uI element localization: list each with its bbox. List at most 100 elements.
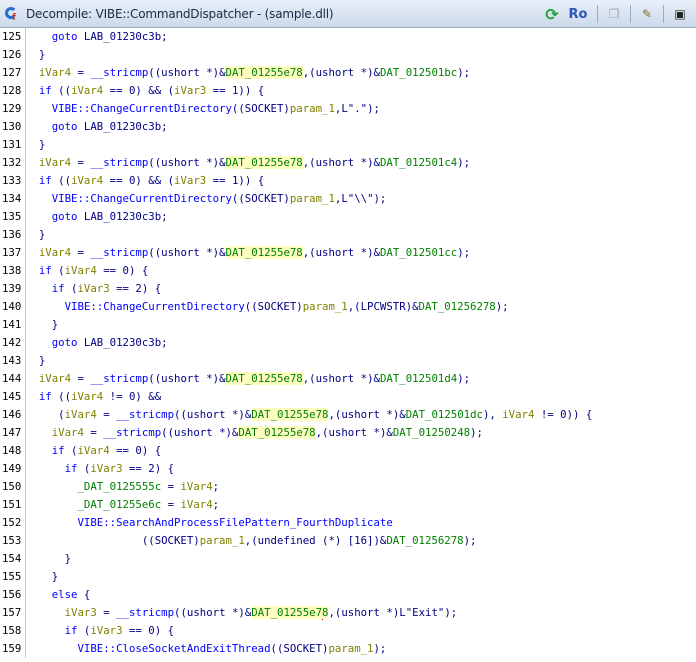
code-token[interactable]: __stricmp [90, 156, 148, 169]
code-text[interactable]: ((SOCKET)param_1,(undefined (*) [16])&DA… [26, 532, 477, 550]
code-text[interactable]: VIBE::SearchAndProcessFilePattern_Fourth… [26, 514, 392, 532]
code-text[interactable]: if (iVar4 == 0) { [26, 262, 148, 280]
code-line[interactable]: 132 iVar4 = __stricmp((ushort *)&DAT_012… [0, 154, 696, 172]
global-symbol[interactable]: _DAT_0125555c [77, 480, 161, 493]
global-symbol[interactable]: DAT_012501cc [380, 246, 457, 259]
code-text[interactable]: } [26, 550, 71, 568]
code-line[interactable]: 145 if ((iVar4 != 0) && [0, 388, 696, 406]
code-line[interactable]: 136 } [0, 226, 696, 244]
code-line[interactable]: 151 _DAT_01255e6c = iVar4; [0, 496, 696, 514]
code-text[interactable]: iVar4 = __stricmp((ushort *)&DAT_01255e7… [26, 244, 470, 262]
code-text[interactable]: } [26, 352, 45, 370]
code-token[interactable]: iVar4 [78, 444, 110, 457]
code-token[interactable]: iVar3 [90, 462, 122, 475]
code-token[interactable]: iVar3 [174, 84, 206, 97]
code-token[interactable]: VIBE::CloseSocketAndExitThread [77, 642, 270, 655]
code-token[interactable]: iVar3 [65, 606, 97, 619]
code-token[interactable]: __stricmp [116, 408, 174, 421]
code-token[interactable]: __stricmp [116, 606, 174, 619]
code-line[interactable]: 159 VIBE::CloseSocketAndExitThread((SOCK… [0, 640, 696, 658]
code-line[interactable]: 146 (iVar4 = __stricmp((ushort *)&DAT_01… [0, 406, 696, 424]
code-text[interactable]: if ((iVar4 == 0) && (iVar3 == 1)) { [26, 172, 264, 190]
global-symbol[interactable]: DAT_012501c4 [380, 156, 457, 169]
code-line[interactable]: 152 VIBE::SearchAndProcessFilePattern_Fo… [0, 514, 696, 532]
code-text[interactable]: else { [26, 586, 91, 604]
global-symbol[interactable]: DAT_01256278 [386, 534, 463, 547]
code-text[interactable]: if (iVar4 == 0) { [26, 442, 161, 460]
code-line[interactable]: 142 goto LAB_01230c3b; [0, 334, 696, 352]
code-line[interactable]: 158 if (iVar3 == 0) { [0, 622, 696, 640]
global-symbol[interactable]: DAT_012501d4 [380, 372, 457, 385]
code-line[interactable]: 134 VIBE::ChangeCurrentDirectory((SOCKET… [0, 190, 696, 208]
code-token[interactable]: iVar4 [180, 480, 212, 493]
code-line[interactable]: 156 else { [0, 586, 696, 604]
code-token[interactable]: param_1 [290, 102, 335, 115]
code-token[interactable]: iVar4 [39, 246, 71, 259]
code-token[interactable]: iVar4 [71, 84, 103, 97]
code-line[interactable]: 147 iVar4 = __stricmp((ushort *)&DAT_012… [0, 424, 696, 442]
code-token[interactable]: iVar4 [502, 408, 534, 421]
code-line[interactable]: 149 if (iVar3 == 2) { [0, 460, 696, 478]
code-text[interactable]: (iVar4 = __stricmp((ushort *)&DAT_01255e… [26, 406, 592, 424]
code-line[interactable]: 154 } [0, 550, 696, 568]
code-line[interactable]: 140 VIBE::ChangeCurrentDirectory((SOCKET… [0, 298, 696, 316]
global-symbol[interactable]: DAT_01256278 [419, 300, 496, 313]
copy-icon[interactable]: ❐ [604, 4, 624, 24]
read-only-toggle-button[interactable]: Ro [565, 4, 591, 24]
code-token[interactable]: param_1 [303, 300, 348, 313]
global-symbol[interactable]: DAT_01255e7 [251, 606, 323, 619]
code-text[interactable]: } [26, 46, 45, 64]
code-token[interactable]: iVar3 [174, 174, 206, 187]
global-symbol[interactable]: DAT_01255e78 [238, 426, 316, 439]
code-line[interactable]: 127 iVar4 = __stricmp((ushort *)&DAT_012… [0, 64, 696, 82]
code-text[interactable]: iVar4 = __stricmp((ushort *)&DAT_01255e7… [26, 64, 470, 82]
code-text[interactable]: goto LAB_01230c3b; [26, 28, 168, 46]
code-token[interactable]: param_1 [200, 534, 245, 547]
code-token[interactable]: iVar4 [180, 498, 212, 511]
global-symbol[interactable]: DAT_012501bc [380, 66, 457, 79]
snapshot-icon[interactable]: ▣ [670, 4, 690, 24]
code-token[interactable]: VIBE::SearchAndProcessFilePattern_Fourth… [77, 516, 392, 529]
code-text[interactable]: if (iVar3 == 2) { [26, 460, 174, 478]
code-token[interactable]: __stricmp [90, 246, 148, 259]
code-text[interactable]: _DAT_01255e6c = iVar4; [26, 496, 219, 514]
global-symbol[interactable]: DAT_01255e78 [225, 66, 303, 79]
global-symbol[interactable]: _DAT_01255e6c [77, 498, 161, 511]
code-text[interactable]: VIBE::ChangeCurrentDirectory((SOCKET)par… [26, 298, 509, 316]
code-line[interactable]: 157 iVar3 = __stricmp((ushort *)&DAT_012… [0, 604, 696, 622]
code-token[interactable]: iVar4 [71, 174, 103, 187]
code-token[interactable]: VIBE::ChangeCurrentDirectory [65, 300, 245, 313]
code-text[interactable]: goto LAB_01230c3b; [26, 118, 168, 136]
code-line[interactable]: 126 } [0, 46, 696, 64]
code-token[interactable]: __stricmp [90, 66, 148, 79]
code-text[interactable]: iVar3 = __stricmp((ushort *)&DAT_01255e7… [26, 604, 457, 622]
code-token[interactable]: iVar4 [71, 390, 103, 403]
code-text[interactable]: if (iVar3 == 2) { [26, 280, 161, 298]
global-symbol[interactable]: DAT_012501dc [406, 408, 483, 421]
global-symbol[interactable]: DAT_01255e78 [225, 372, 303, 385]
global-symbol[interactable]: DAT_01255e78 [225, 246, 303, 259]
code-text[interactable]: } [26, 226, 45, 244]
code-token[interactable]: iVar4 [39, 372, 71, 385]
code-line[interactable]: 143 } [0, 352, 696, 370]
code-text[interactable]: } [26, 316, 58, 334]
code-text[interactable]: if (iVar3 == 0) { [26, 622, 174, 640]
code-text[interactable]: iVar4 = __stricmp((ushort *)&DAT_01255e7… [26, 370, 470, 388]
global-symbol[interactable]: DAT_01250248 [393, 426, 470, 439]
code-text[interactable]: if ((iVar4 == 0) && (iVar3 == 1)) { [26, 82, 264, 100]
code-line[interactable]: 139 if (iVar3 == 2) { [0, 280, 696, 298]
code-line[interactable]: 148 if (iVar4 == 0) { [0, 442, 696, 460]
code-line[interactable]: 153 ((SOCKET)param_1,(undefined (*) [16]… [0, 532, 696, 550]
code-line[interactable]: 144 iVar4 = __stricmp((ushort *)&DAT_012… [0, 370, 696, 388]
code-line[interactable]: 130 goto LAB_01230c3b; [0, 118, 696, 136]
code-text[interactable]: VIBE::ChangeCurrentDirectory((SOCKET)par… [26, 190, 387, 208]
code-token[interactable]: __stricmp [103, 426, 161, 439]
code-line[interactable]: 125 goto LAB_01230c3b; [0, 28, 696, 46]
edit-function-signature-icon[interactable]: ✎ [637, 4, 657, 24]
code-line[interactable]: 150 _DAT_0125555c = iVar4; [0, 478, 696, 496]
code-token[interactable]: iVar4 [39, 156, 71, 169]
code-token[interactable]: iVar3 [90, 624, 122, 637]
code-line[interactable]: 137 iVar4 = __stricmp((ushort *)&DAT_012… [0, 244, 696, 262]
code-token[interactable]: __stricmp [90, 372, 148, 385]
code-text[interactable]: VIBE::ChangeCurrentDirectory((SOCKET)par… [26, 100, 380, 118]
